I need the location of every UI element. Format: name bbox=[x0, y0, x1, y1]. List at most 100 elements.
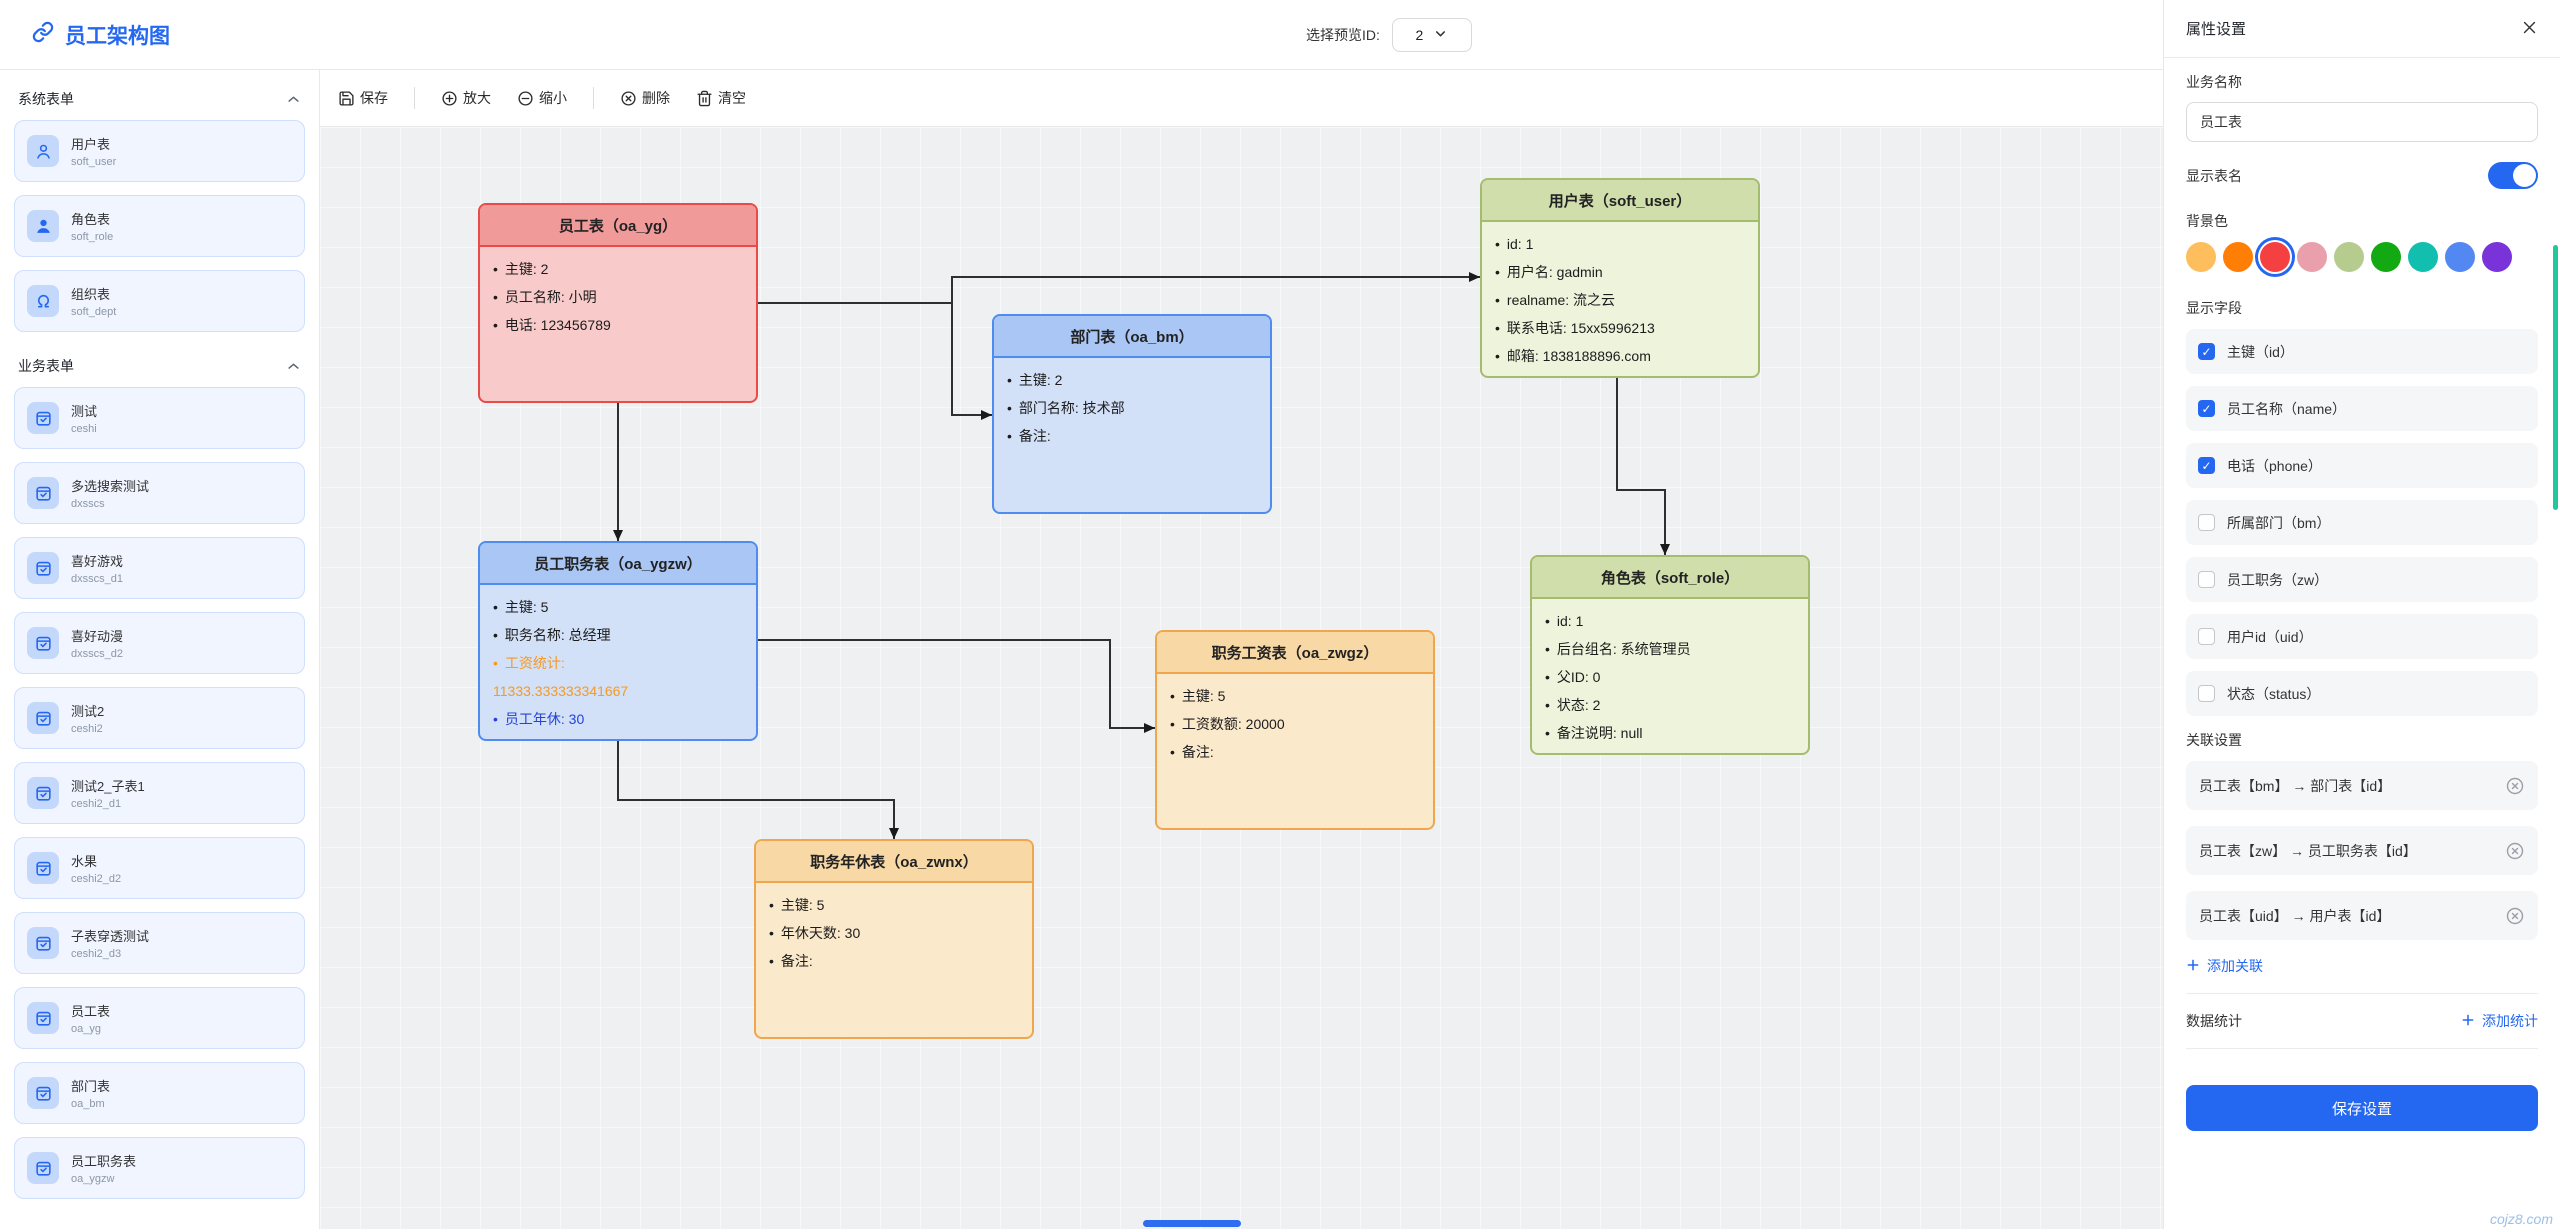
bg-color-swatch[interactable] bbox=[2371, 242, 2401, 272]
save-settings-button[interactable]: 保存设置 bbox=[2186, 1085, 2538, 1131]
checkbox-icon[interactable]: ✓ bbox=[2198, 457, 2215, 474]
user-filled-icon bbox=[27, 210, 59, 242]
sidebar-item-text: 测试2ceshi2 bbox=[71, 701, 104, 735]
node-field: •id: 1 bbox=[1495, 230, 1745, 258]
sidebar-item-code: dxsscs bbox=[71, 498, 149, 510]
business-name-input[interactable] bbox=[2186, 102, 2538, 142]
bullet-icon: • bbox=[1007, 394, 1012, 422]
field-checkbox-row[interactable]: ✓ 员工名称（name） bbox=[2186, 386, 2538, 431]
sidebar-item-soft_dept[interactable]: 组织表soft_dept bbox=[14, 270, 305, 332]
node-oa_ygzw[interactable]: 员工职务表（oa_ygzw）•主键: 5•职务名称: 总经理•工资统计:1133… bbox=[478, 541, 758, 741]
bullet-icon: • bbox=[1495, 314, 1500, 342]
show-table-toggle[interactable] bbox=[2488, 162, 2538, 189]
delete-button[interactable]: 删除 bbox=[620, 88, 670, 108]
relation-row: 员工表【uid】 → 用户表【id】 bbox=[2186, 891, 2538, 940]
sidebar-item-dxsscs_d2[interactable]: 喜好动漫dxsscs_d2 bbox=[14, 612, 305, 674]
field-checkbox-label: 状态（status） bbox=[2227, 684, 2320, 704]
sidebar-item-ceshi2_d1[interactable]: 测试2_子表1ceshi2_d1 bbox=[14, 762, 305, 824]
sidebar-section-title: 系统表单 bbox=[18, 89, 74, 109]
checkbox-icon[interactable]: ✓ bbox=[2198, 400, 2215, 417]
checkbox-icon[interactable] bbox=[2198, 514, 2215, 531]
remove-icon bbox=[2505, 776, 2525, 796]
bg-color-swatch[interactable] bbox=[2223, 242, 2253, 272]
sidebar-item-code: ceshi2_d1 bbox=[71, 798, 145, 810]
field-checkbox-row[interactable]: ✓主键（id） bbox=[2186, 329, 2538, 374]
zoom-out-button[interactable]: 缩小 bbox=[517, 88, 567, 108]
node-title: 员工表（oa_yg） bbox=[480, 205, 756, 247]
sidebar-item-ceshi2_d2[interactable]: 水果ceshi2_d2 bbox=[14, 837, 305, 899]
bg-color-swatch[interactable] bbox=[2334, 242, 2364, 272]
node-soft_role[interactable]: 角色表（soft_role）•id: 1•后台组名: 系统管理员•父ID: 0•… bbox=[1530, 555, 1810, 755]
relations-list: 员工表【bm】 → 部门表【id】员工表【zw】 → 员工职务表【id】员工表【… bbox=[2186, 761, 2538, 940]
sidebar-item-dxsscs_d1[interactable]: 喜好游戏dxsscs_d1 bbox=[14, 537, 305, 599]
remove-relation-button[interactable] bbox=[2505, 776, 2525, 796]
sidebar-item-ceshi2[interactable]: 测试2ceshi2 bbox=[14, 687, 305, 749]
diagram-canvas[interactable]: 员工表（oa_yg）•主键: 2•员工名称: 小明•电话: 123456789用… bbox=[320, 127, 2164, 1229]
sidebar-item-text: 组织表soft_dept bbox=[71, 284, 116, 318]
form-icon bbox=[27, 927, 59, 959]
bullet-icon: • bbox=[1545, 747, 1550, 755]
sidebar-item-name: 测试 bbox=[71, 401, 97, 420]
bg-color-swatch[interactable] bbox=[2260, 242, 2290, 272]
checkbox-icon[interactable] bbox=[2198, 628, 2215, 645]
sidebar-item-ceshi2_d3[interactable]: 子表穿透测试ceshi2_d3 bbox=[14, 912, 305, 974]
zoom-in-button[interactable]: 放大 bbox=[441, 88, 491, 108]
add-relation-button[interactable]: 添加关联 bbox=[2186, 956, 2263, 976]
node-soft_user[interactable]: 用户表（soft_user）•id: 1•用户名: gadmin•realnam… bbox=[1480, 178, 1760, 378]
close-panel-button[interactable] bbox=[2521, 19, 2538, 39]
sidebar-item-soft_user[interactable]: 用户表soft_user bbox=[14, 120, 305, 182]
user-outline-icon bbox=[27, 135, 59, 167]
field-checkbox-label: 员工名称（name） bbox=[2227, 399, 2346, 419]
sidebar-item-dxsscs[interactable]: 多选搜索测试dxsscs bbox=[14, 462, 305, 524]
field-checkbox-row[interactable]: 员工职务（zw） bbox=[2186, 557, 2538, 602]
save-button[interactable]: 保存 bbox=[338, 88, 388, 108]
sidebar-item-soft_role[interactable]: 角色表soft_role bbox=[14, 195, 305, 257]
sidebar-item-code: dxsscs_d2 bbox=[71, 648, 123, 660]
bg-color-swatch[interactable] bbox=[2408, 242, 2438, 272]
sidebar-item-oa_yg[interactable]: 员工表oa_yg bbox=[14, 987, 305, 1049]
sidebar-section-header[interactable]: 系统表单 bbox=[14, 78, 305, 120]
add-stat-button[interactable]: 添加统计 bbox=[2461, 1011, 2538, 1031]
toolbar-button-label: 清空 bbox=[718, 88, 746, 108]
sidebar-item-text: 角色表soft_role bbox=[71, 209, 113, 243]
node-field-text: 主键: 5 bbox=[1182, 682, 1226, 710]
show-table-row: 显示表名 bbox=[2186, 162, 2538, 189]
sidebar-item-text: 多选搜索测试dxsscs bbox=[71, 476, 149, 510]
horizontal-scrollbar-thumb[interactable] bbox=[1143, 1220, 1241, 1227]
preview-id-select[interactable]: 2 bbox=[1392, 18, 1472, 52]
field-checkbox-row[interactable]: 状态（status） bbox=[2186, 671, 2538, 716]
bullet-icon: • bbox=[1007, 422, 1012, 450]
bullet-icon: • bbox=[1545, 663, 1550, 691]
zoom-in-icon bbox=[441, 90, 458, 107]
node-oa_zwgz[interactable]: 职务工资表（oa_zwgz）•主键: 5•工资数额: 20000•备注: bbox=[1155, 630, 1435, 830]
toolbar-button-label: 删除 bbox=[642, 88, 670, 108]
node-fields: •主键: 2•员工名称: 小明•电话: 123456789 bbox=[480, 247, 756, 339]
vertical-scrollbar-thumb[interactable] bbox=[2553, 245, 2558, 510]
checkbox-icon[interactable] bbox=[2198, 571, 2215, 588]
bg-color-swatch[interactable] bbox=[2482, 242, 2512, 272]
node-oa_yg[interactable]: 员工表（oa_yg）•主键: 2•员工名称: 小明•电话: 123456789 bbox=[478, 203, 758, 403]
checkbox-icon[interactable]: ✓ bbox=[2198, 343, 2215, 360]
bg-color-swatch[interactable] bbox=[2445, 242, 2475, 272]
bg-color-swatch[interactable] bbox=[2186, 242, 2216, 272]
checkbox-icon[interactable] bbox=[2198, 685, 2215, 702]
sidebar-section-header[interactable]: 业务表单 bbox=[14, 345, 305, 387]
remove-relation-button[interactable] bbox=[2505, 906, 2525, 926]
clear-button[interactable]: 清空 bbox=[696, 88, 746, 108]
form-icon bbox=[27, 1152, 59, 1184]
bg-color-swatch[interactable] bbox=[2297, 242, 2327, 272]
field-checkbox-row[interactable]: ✓电话（phone） bbox=[2186, 443, 2538, 488]
remove-relation-button[interactable] bbox=[2505, 841, 2525, 861]
sidebar-item-oa_bm[interactable]: 部门表oa_bm bbox=[14, 1062, 305, 1124]
bullet-icon: • bbox=[1495, 370, 1500, 378]
node-oa_zwnx[interactable]: 职务年休表（oa_zwnx）•主键: 5•年休天数: 30•备注: bbox=[754, 839, 1034, 1039]
field-checkbox-row[interactable]: 所属部门（bm） bbox=[2186, 500, 2538, 545]
sidebar-item-ceshi[interactable]: 测试ceshi bbox=[14, 387, 305, 449]
node-field: •备注说明: null bbox=[1545, 719, 1795, 747]
node-field-text: 状态: 2 bbox=[1557, 691, 1601, 719]
node-oa_bm[interactable]: 部门表（oa_bm）•主键: 2•部门名称: 技术部•备注: bbox=[992, 314, 1272, 514]
sidebar-item-oa_ygzw[interactable]: 员工职务表oa_ygzw bbox=[14, 1137, 305, 1199]
sidebar-item-name: 角色表 bbox=[71, 209, 113, 228]
field-checkbox-row[interactable]: 用户id（uid） bbox=[2186, 614, 2538, 659]
field-checkbox-label: 用户id（uid） bbox=[2227, 627, 2313, 647]
